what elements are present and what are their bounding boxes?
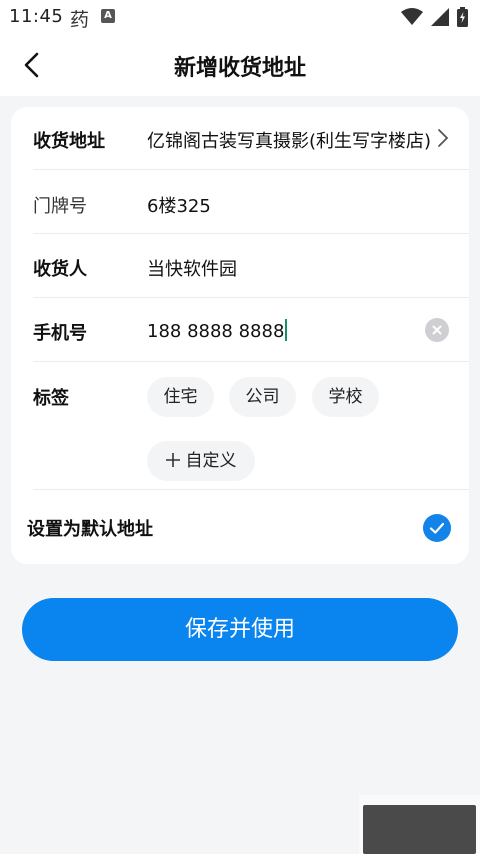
door-number-row: 门牌号 6楼325 — [33, 170, 469, 234]
default-address-checkbox[interactable] — [423, 514, 451, 542]
notification-a-icon: A — [101, 9, 115, 23]
phone-value: 188 8888 8888 — [147, 321, 285, 342]
tag-residence[interactable]: 住宅 — [147, 377, 214, 417]
door-number-label: 门牌号 — [33, 196, 87, 217]
text-caret — [285, 319, 288, 341]
floating-thumbnail — [359, 795, 480, 854]
address-form-card: 收货地址 亿锦阁古装写真摄影(利生写字楼店) 门牌号 6楼325 收货人 当快软… — [11, 107, 469, 564]
checkmark-icon — [429, 522, 445, 534]
address-label: 收货地址 — [33, 131, 105, 152]
default-address-row: 设置为默认地址 — [27, 490, 469, 564]
clear-button[interactable] — [425, 318, 449, 342]
phone-row: 手机号 188 8888 8888 — [33, 298, 469, 362]
status-time: 11:45 — [9, 6, 64, 27]
address-row[interactable]: 收货地址 亿锦阁古装写真摄影(利生写字楼店) — [33, 107, 469, 170]
thumbnail-image — [363, 805, 476, 854]
status-bar: 11:45 药 A — [0, 0, 480, 34]
header: 新增收货地址 — [0, 34, 480, 96]
recipient-label: 收货人 — [33, 259, 87, 280]
tag-school[interactable]: 学校 — [312, 377, 379, 417]
tags-row: 标签 住宅 公司 学校 自定义 — [33, 362, 469, 490]
address-value: 亿锦阁古装写真摄影(利生写字楼店) — [147, 131, 432, 152]
door-number-input[interactable]: 6楼325 — [147, 192, 211, 218]
wifi-icon — [401, 8, 423, 25]
chevron-right-icon — [438, 129, 449, 147]
tag-custom-label: 自定义 — [185, 451, 237, 471]
tag-company[interactable]: 公司 — [229, 377, 296, 417]
signal-icon — [431, 8, 449, 26]
tag-custom-button[interactable]: 自定义 — [147, 441, 255, 481]
save-and-use-button[interactable]: 保存并使用 — [22, 598, 458, 661]
phone-input[interactable]: 188 8888 8888 — [147, 319, 288, 342]
phone-label: 手机号 — [33, 323, 87, 344]
recipient-row: 收货人 当快软件园 — [33, 234, 469, 298]
recipient-input[interactable]: 当快软件园 — [147, 255, 237, 281]
app-notification-icon: 药 — [70, 9, 90, 31]
plus-icon — [165, 453, 180, 467]
default-address-label: 设置为默认地址 — [27, 519, 153, 540]
battery-icon — [457, 7, 468, 27]
close-icon — [432, 325, 442, 335]
status-icons — [401, 7, 468, 27]
tags-label: 标签 — [33, 388, 69, 409]
page-title: 新增收货地址 — [173, 56, 306, 81]
